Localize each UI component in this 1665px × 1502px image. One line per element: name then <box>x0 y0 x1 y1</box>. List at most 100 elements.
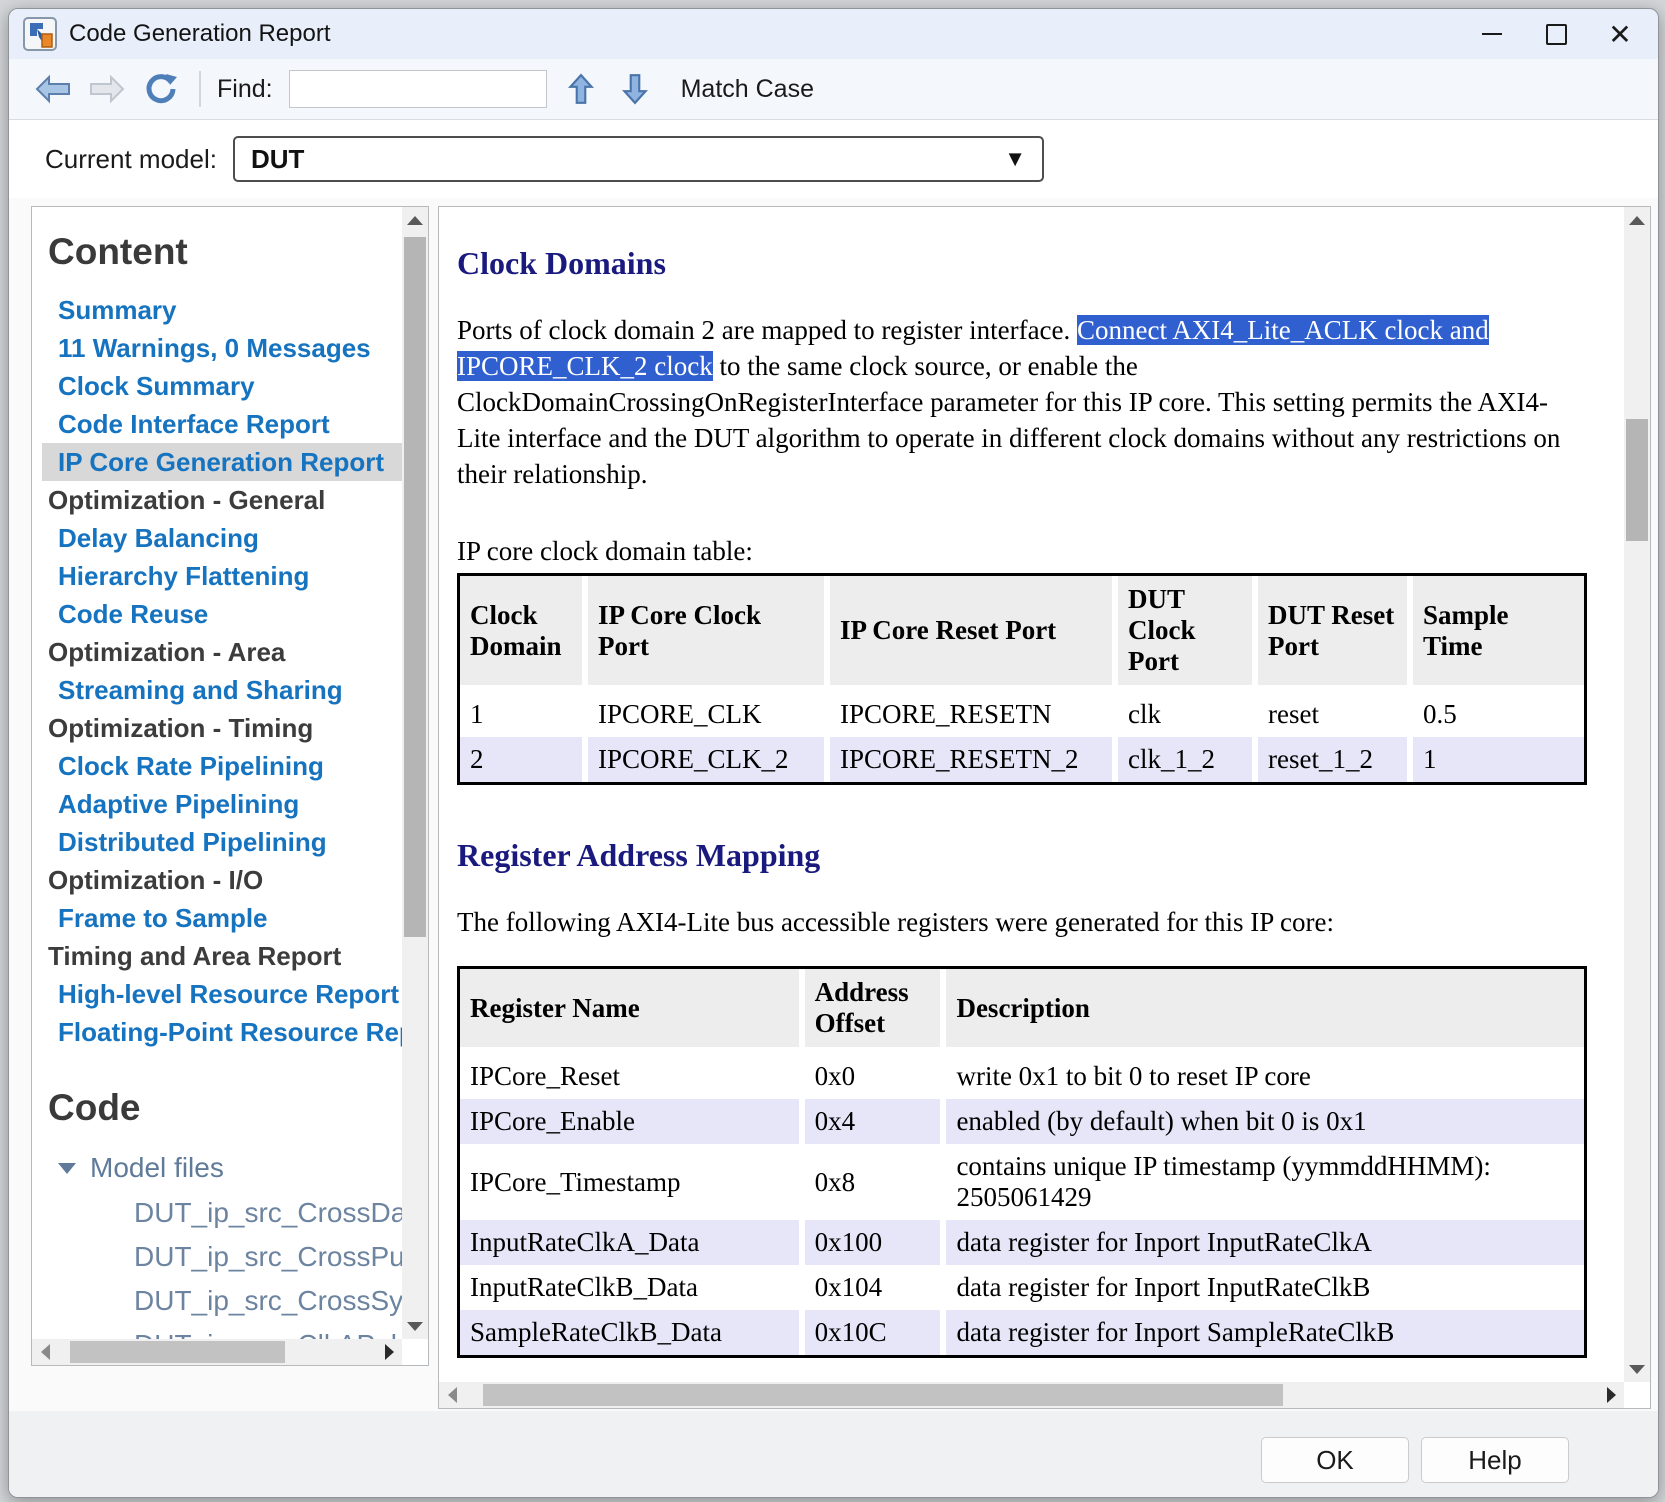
code-heading: Code <box>48 1087 402 1129</box>
register-address-table: Register Name Address Offset Description… <box>457 966 1587 1358</box>
content-sidebar: Content Summary 11 Warnings, 0 Messages … <box>31 206 429 1366</box>
sidebar-item-delay-balancing[interactable]: Delay Balancing <box>48 519 402 557</box>
down-arrow-icon <box>622 73 648 105</box>
table-cell: 0x100 <box>805 1220 947 1265</box>
table-cell: clk <box>1118 692 1258 737</box>
sidebar-vertical-scrollbar[interactable] <box>402 207 428 1339</box>
table-cell: reset_1_2 <box>1258 737 1413 782</box>
sidebar-item-frame-to-sample[interactable]: Frame to Sample <box>48 899 402 937</box>
forward-arrow-icon <box>88 74 126 104</box>
find-next-button[interactable] <box>615 69 655 109</box>
footer-bar: OK Help <box>9 1411 1658 1497</box>
report-document: Clock Domains Ports of clock domain 2 ar… <box>439 207 1624 1382</box>
table-row: InputRateClkA_Data 0x100 data register f… <box>460 1220 1584 1265</box>
table-cell: clk_1_2 <box>1118 737 1258 782</box>
table-row: InputRateClkB_Data 0x104 data register f… <box>460 1265 1584 1310</box>
content-horizontal-scrollbar[interactable] <box>439 1382 1624 1408</box>
table-cell: contains unique IP timestamp (yymmddHHMM… <box>946 1144 1584 1220</box>
table-cell: IPCORE_CLK_2 <box>588 737 830 782</box>
help-button[interactable]: Help <box>1421 1437 1569 1483</box>
column-header: Description <box>946 969 1584 1054</box>
back-arrow-icon <box>34 74 72 104</box>
table-cell: IPCore_Timestamp <box>460 1144 805 1220</box>
model-file-link[interactable]: DUT_ip_src_CrossPulseClkA <box>48 1235 402 1279</box>
scroll-left-button[interactable] <box>32 1339 58 1365</box>
sidebar-section-optimization-area: Optimization - Area <box>48 633 402 671</box>
table-cell: 0x104 <box>805 1265 947 1310</box>
work-area: Content Summary 11 Warnings, 0 Messages … <box>9 198 1658 1411</box>
table-cell: 1 <box>460 692 588 737</box>
model-file-link[interactable]: DUT_ip_src_CrossDataClkB <box>48 1191 402 1235</box>
column-header: Sample Time <box>1413 576 1584 692</box>
scroll-left-button[interactable] <box>439 1382 465 1408</box>
ok-button[interactable]: OK <box>1261 1437 1409 1483</box>
model-file-link[interactable]: DUT_ip_src_CrossSyncData <box>48 1279 402 1323</box>
sidebar-item-distributed-pipelining[interactable]: Distributed Pipelining <box>48 823 402 861</box>
table-cell: 0x4 <box>805 1099 947 1144</box>
current-model-dropdown[interactable]: DUT ▼ <box>233 136 1044 182</box>
window-title: Code Generation Report <box>69 20 331 48</box>
refresh-button[interactable] <box>139 69 183 109</box>
content-vertical-scrollbar[interactable] <box>1624 207 1650 1382</box>
table-cell: SampleRateClkB_Data <box>460 1310 805 1355</box>
scroll-up-button[interactable] <box>402 207 428 233</box>
clock-domains-heading: Clock Domains <box>457 245 1624 282</box>
sidebar-item-clock-summary[interactable]: Clock Summary <box>48 367 402 405</box>
sidebar-horizontal-scroll-thumb[interactable] <box>70 1341 285 1363</box>
maximize-button[interactable] <box>1524 12 1588 56</box>
table-row: 1 IPCORE_CLK IPCORE_RESETN clk reset 0.5 <box>460 692 1584 737</box>
sidebar-item-warnings[interactable]: 11 Warnings, 0 Messages <box>48 329 402 367</box>
scroll-up-button[interactable] <box>1624 207 1650 233</box>
title-bar: Code Generation Report ✕ <box>9 9 1658 59</box>
content-horizontal-scroll-thumb[interactable] <box>483 1384 1283 1406</box>
close-button[interactable]: ✕ <box>1588 12 1652 56</box>
sidebar-vertical-scroll-thumb[interactable] <box>404 237 426 937</box>
minimize-button[interactable] <box>1460 12 1524 56</box>
back-button[interactable] <box>31 69 75 109</box>
column-header: DUT Clock Port <box>1118 576 1258 692</box>
table-cell: IPCORE_RESETN_2 <box>830 737 1118 782</box>
column-header: DUT Reset Port <box>1258 576 1413 692</box>
find-input[interactable] <box>289 70 547 108</box>
sidebar-item-code-reuse[interactable]: Code Reuse <box>48 595 402 633</box>
content-vertical-scroll-thumb[interactable] <box>1626 419 1648 541</box>
scroll-right-button[interactable] <box>1598 1382 1624 1408</box>
current-model-value: DUT <box>251 144 1004 175</box>
paragraph-text: Ports of clock domain 2 are mapped to re… <box>457 315 1077 345</box>
forward-button[interactable] <box>85 69 129 109</box>
table-cell: data register for Inport InputRateClkA <box>946 1220 1584 1265</box>
dropdown-caret-icon: ▼ <box>1004 146 1026 172</box>
model-file-link[interactable]: DUT_ip_src_ClkAPulseC <box>48 1323 402 1339</box>
model-files-node[interactable]: Model files <box>48 1145 402 1191</box>
sidebar-item-ip-core-generation-report[interactable]: IP Core Generation Report <box>42 443 402 481</box>
scroll-right-button[interactable] <box>376 1339 402 1365</box>
find-toolbar: Find: Match Case <box>9 59 1658 120</box>
sidebar-nav: Content Summary 11 Warnings, 0 Messages … <box>32 207 402 1339</box>
sidebar-section-timing-and-area-report: Timing and Area Report <box>48 937 402 975</box>
table-row: SampleRateClkB_Data 0x10C data register … <box>460 1310 1584 1355</box>
column-header: Register Name <box>460 969 805 1054</box>
sidebar-horizontal-scrollbar[interactable] <box>32 1339 402 1365</box>
sidebar-item-clock-rate-pipelining[interactable]: Clock Rate Pipelining <box>48 747 402 785</box>
sidebar-item-hierarchy-flattening[interactable]: Hierarchy Flattening <box>48 557 402 595</box>
table-cell: 0x8 <box>805 1144 947 1220</box>
column-header: Clock Domain <box>460 576 588 692</box>
find-previous-button[interactable] <box>561 69 601 109</box>
table-row: IPCore_Enable 0x4 enabled (by default) w… <box>460 1099 1584 1144</box>
match-case-toggle[interactable]: Match Case <box>681 75 814 104</box>
column-header: Address Offset <box>805 969 947 1054</box>
clock-domains-paragraph: Ports of clock domain 2 are mapped to re… <box>457 312 1577 492</box>
sidebar-section-optimization-io: Optimization - I/O <box>48 861 402 899</box>
sidebar-section-optimization-general: Optimization - General <box>48 481 402 519</box>
table-cell: 1 <box>1413 737 1584 782</box>
table-cell: 0x10C <box>805 1310 947 1355</box>
sidebar-item-streaming-and-sharing[interactable]: Streaming and Sharing <box>48 671 402 709</box>
scroll-down-button[interactable] <box>1624 1356 1650 1382</box>
sidebar-item-high-level-resource-report[interactable]: High-level Resource Report <box>48 975 402 1013</box>
sidebar-item-floating-point-resource-report[interactable]: Floating-Point Resource Report <box>48 1013 402 1051</box>
sidebar-item-adaptive-pipelining[interactable]: Adaptive Pipelining <box>48 785 402 823</box>
sidebar-item-summary[interactable]: Summary <box>48 291 402 329</box>
sidebar-item-code-interface-report[interactable]: Code Interface Report <box>48 405 402 443</box>
scroll-down-button[interactable] <box>402 1313 428 1339</box>
table-cell: IPCore_Enable <box>460 1099 805 1144</box>
